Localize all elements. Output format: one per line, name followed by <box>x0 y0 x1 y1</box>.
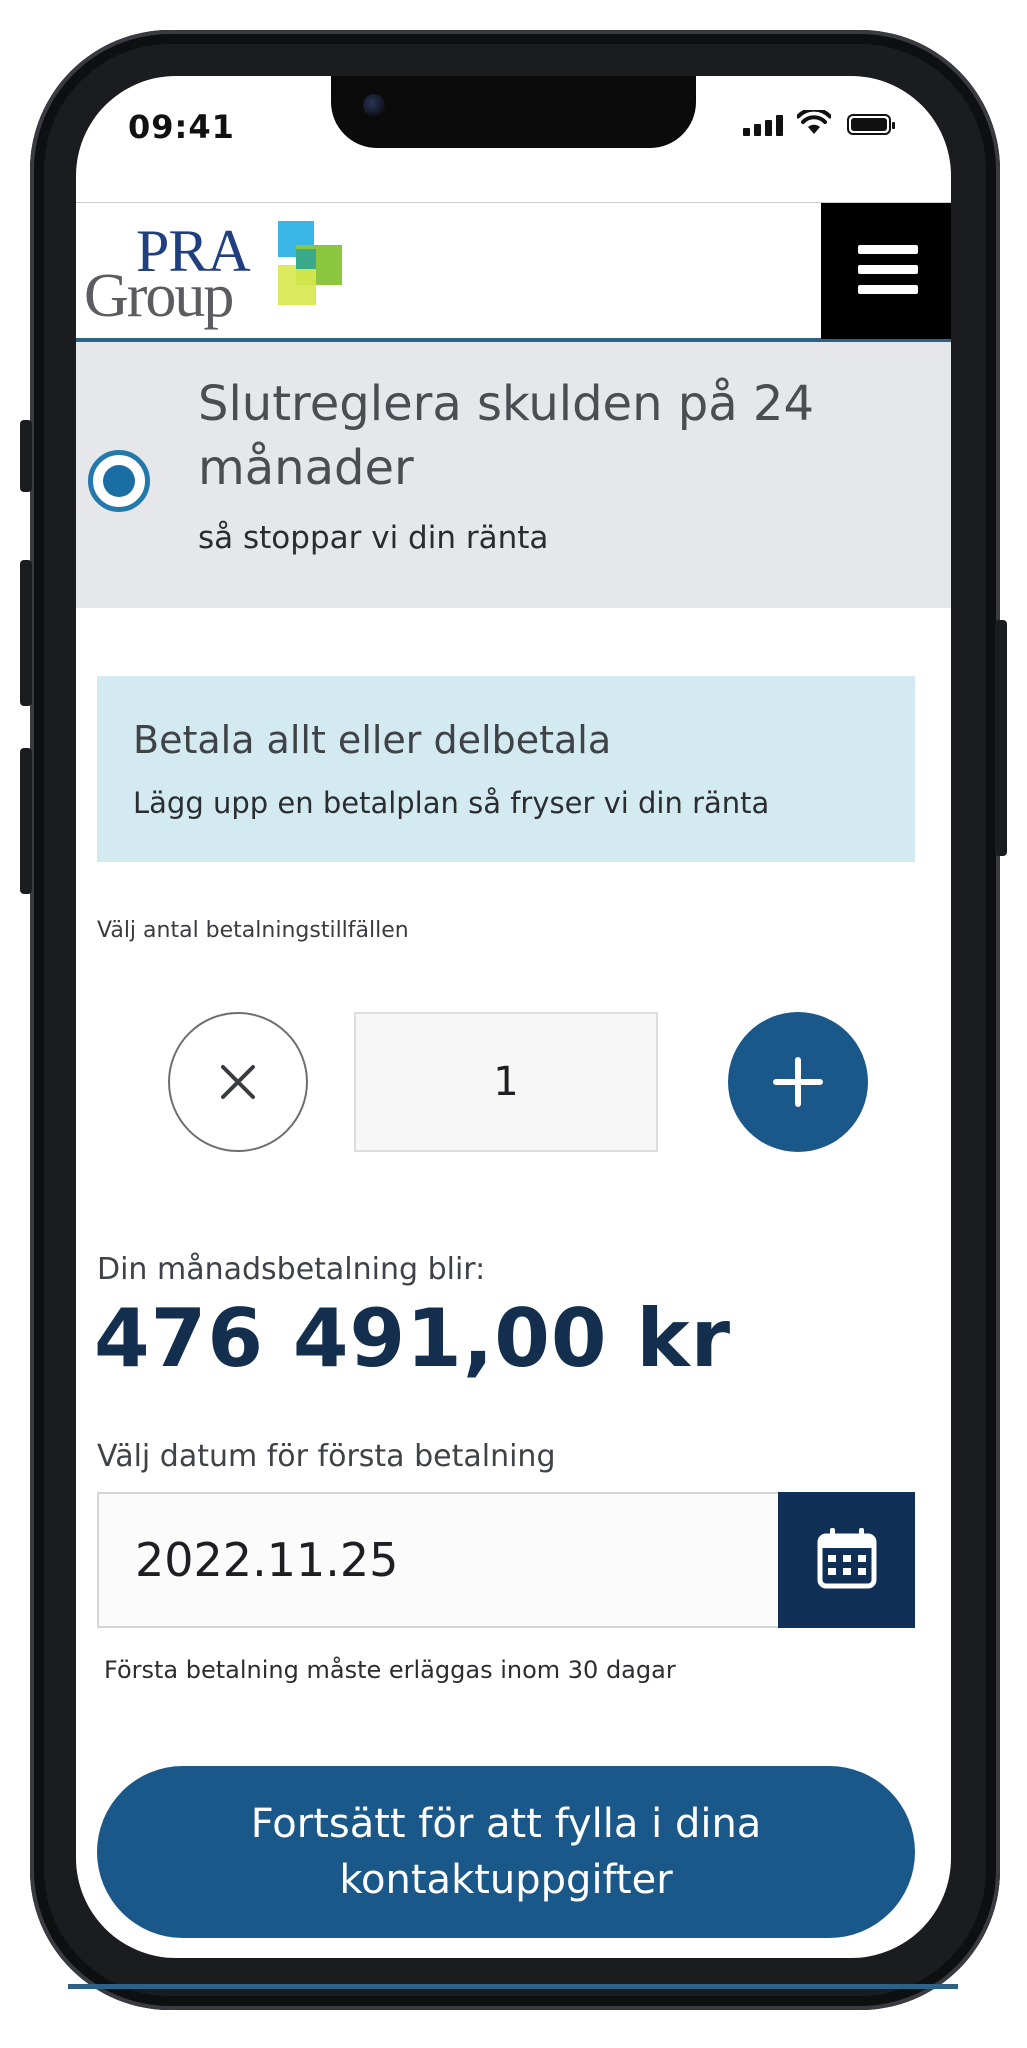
option-title: Slutreglera skulden på 24 månader <box>198 376 814 496</box>
front-camera <box>363 94 385 116</box>
first-payment-note: Första betalning måste erläggas inom 30 … <box>104 1656 676 1684</box>
radio-selected-icon[interactable] <box>88 450 150 512</box>
close-icon <box>221 1065 255 1099</box>
notch <box>331 76 696 148</box>
monthly-payment-label: Din månadsbetalning blir: <box>97 1252 486 1287</box>
continue-button[interactable]: Fortsätt för att fylla i dina kontaktupp… <box>97 1766 915 1938</box>
calendar-button[interactable] <box>778 1492 915 1628</box>
phone-screen: 09:41 PRA Group Slutreglera skulden på 2… <box>76 76 951 1958</box>
status-time: 09:41 <box>128 108 235 146</box>
site-header: PRA Group <box>76 202 951 342</box>
monthly-payment-amount: 476 491,00 kr <box>94 1292 732 1385</box>
option-subtitle: så stoppar vi din ränta <box>198 520 549 556</box>
logo-square-teal <box>296 249 316 269</box>
plus-icon <box>773 1057 823 1107</box>
continue-button-label: Fortsätt för att fylla i dina kontaktupp… <box>250 1801 762 1903</box>
installments-count-field[interactable]: 1 <box>354 1012 658 1152</box>
decrement-button[interactable] <box>168 1012 308 1152</box>
logo-text-group: Group <box>84 262 234 330</box>
pra-group-logo[interactable]: PRA Group <box>84 221 364 331</box>
info-title: Betala allt eller delbetala <box>133 718 612 762</box>
phone-volume-up <box>20 560 32 706</box>
payoff-option-card[interactable]: Slutreglera skulden på 24 månader så sto… <box>76 342 951 608</box>
phone-power-button <box>995 620 1007 856</box>
wifi-icon <box>797 110 831 134</box>
battery-icon <box>847 114 895 135</box>
info-box: Betala allt eller delbetala Lägg upp en … <box>97 676 915 862</box>
first-payment-date-field[interactable]: 2022.11.25 <box>97 1492 778 1628</box>
installments-label: Välj antal betalningstillfällen <box>97 918 409 943</box>
phone-volume-down <box>20 748 32 894</box>
increment-button[interactable] <box>728 1012 868 1152</box>
info-subtitle: Lägg upp en betalplan så fryser vi din r… <box>133 786 770 820</box>
logo-square-yellow <box>278 265 316 305</box>
phone-mute-switch <box>20 420 32 492</box>
first-payment-date-label: Välj datum för första betalning <box>97 1439 556 1474</box>
page-bottom-divider <box>68 1984 958 1989</box>
menu-button[interactable] <box>821 203 951 339</box>
calendar-icon <box>817 1528 877 1589</box>
cellular-signal-icon <box>743 114 787 136</box>
